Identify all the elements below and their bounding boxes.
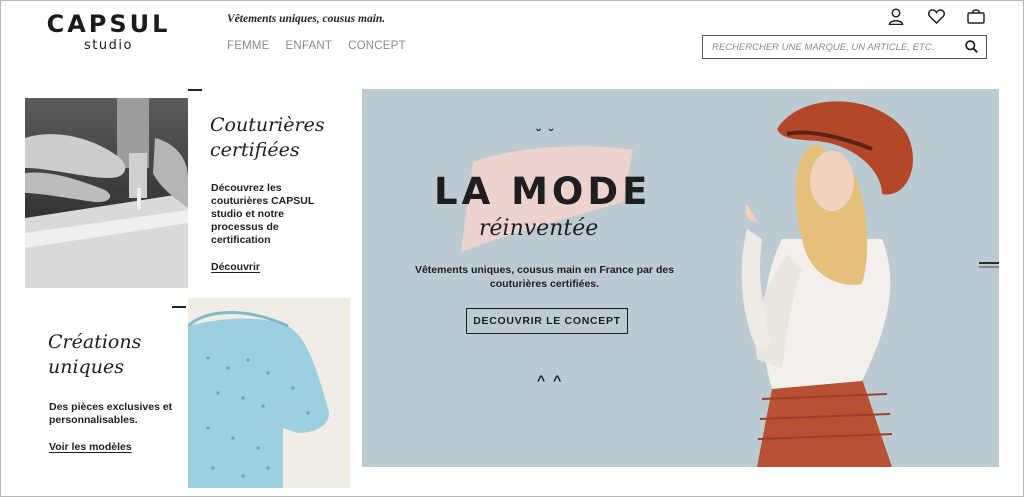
chevron-bottom: ^ ^ bbox=[537, 372, 564, 388]
divider-dash bbox=[172, 306, 186, 308]
brand-sub: studio bbox=[84, 38, 133, 53]
blue-dress-image[interactable] bbox=[188, 298, 350, 488]
header-icons bbox=[886, 6, 986, 26]
discover-link[interactable]: Découvrir bbox=[211, 261, 260, 273]
couturieres-title-line2: certifiées bbox=[210, 139, 300, 161]
tagline: Vêtements uniques, cousus main. bbox=[227, 13, 386, 25]
search-icon[interactable] bbox=[965, 40, 978, 58]
brand-name: CAPSUL bbox=[46, 10, 171, 38]
couturieres-title: Couturières certifiées bbox=[210, 113, 325, 163]
nav-item-enfant[interactable]: ENFANT bbox=[286, 40, 333, 52]
hero-subtitle: Vêtements uniques, cousus main en France… bbox=[414, 264, 675, 290]
discover-concept-button[interactable]: DECOUVRIR LE CONCEPT bbox=[466, 308, 628, 334]
main-nav: FEMME ENFANT CONCEPT bbox=[227, 40, 406, 52]
search-box bbox=[702, 35, 987, 59]
creations-title: Créations uniques bbox=[48, 330, 141, 380]
heart-icon[interactable] bbox=[926, 6, 946, 26]
hero-script: réinventée bbox=[479, 216, 599, 241]
creations-title-line1: Créations bbox=[48, 331, 142, 353]
user-icon[interactable] bbox=[886, 6, 906, 26]
divider-dash bbox=[188, 89, 202, 91]
search-input[interactable] bbox=[703, 41, 955, 53]
nav-item-concept[interactable]: CONCEPT bbox=[348, 40, 406, 52]
brand-logo[interactable]: CAPSUL studio bbox=[36, 10, 181, 53]
slider-indicator[interactable] bbox=[979, 262, 999, 270]
creations-description: Des pièces exclusives et personnalisable… bbox=[49, 401, 173, 426]
couturieres-description: Découvrez les couturières CAPSUL studio … bbox=[211, 182, 315, 246]
couturieres-title-line1: Couturières bbox=[210, 114, 325, 136]
chevron-top: ˇ ˇ bbox=[536, 126, 556, 142]
creations-title-line2: uniques bbox=[48, 356, 124, 378]
bag-icon[interactable] bbox=[966, 6, 986, 26]
nav-item-femme[interactable]: FEMME bbox=[227, 40, 270, 52]
sewing-machine-image[interactable] bbox=[25, 98, 188, 288]
hero-title: LA MODE bbox=[434, 170, 652, 213]
view-models-link[interactable]: Voir les modèles bbox=[49, 441, 132, 453]
